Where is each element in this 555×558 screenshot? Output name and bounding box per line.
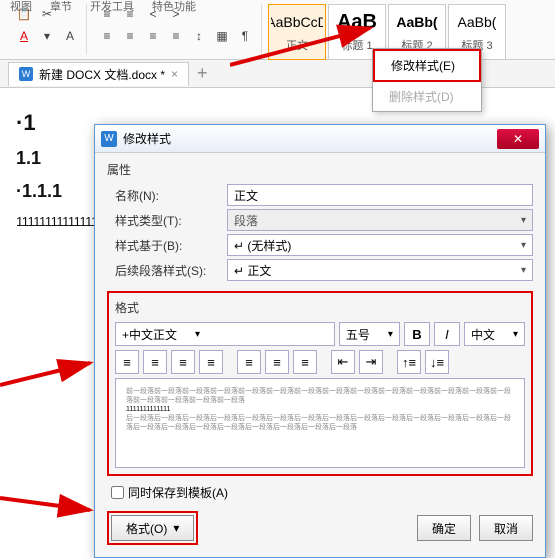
align-center-toggle[interactable]: ≡ xyxy=(143,350,167,374)
align-right-toggle[interactable]: ≡ xyxy=(171,350,195,374)
lang-select[interactable]: 中文▾ xyxy=(464,322,525,346)
bold-button[interactable]: B xyxy=(404,322,430,346)
char-btn[interactable]: A xyxy=(60,26,80,46)
add-tab-button[interactable]: + xyxy=(197,63,208,84)
chevron-down-icon: ▾ xyxy=(521,265,526,276)
menu-delete-style: 删除样式(D) xyxy=(373,82,481,111)
spacing-1-toggle[interactable]: ≡ xyxy=(237,350,261,374)
spacing-2-toggle[interactable]: ≡ xyxy=(265,350,289,374)
preview-box: 前一段落前一段落前一段落前一段落前一段落前一段落前一段落前一段落前一段落前一段落… xyxy=(115,378,525,468)
align-left-toggle[interactable]: ≡ xyxy=(115,350,139,374)
word-icon: W xyxy=(19,67,33,81)
font-family-select[interactable]: +中文正文▾ xyxy=(115,322,335,346)
format-section: 格式 +中文正文▾ 五号▾ B I 中文▾ ≡ ≡ ≡ ≡ ≡ ≡ ≡ ⇤ ⇥ xyxy=(107,291,533,476)
align-left-btn[interactable]: ≡ xyxy=(97,26,117,46)
format-dropdown-button[interactable]: 格式(O)▾ xyxy=(111,515,194,541)
dialog-title-text: 修改样式 xyxy=(123,130,497,147)
before-space-toggle[interactable]: ↑≡ xyxy=(397,350,421,374)
style-context-menu: 修改样式(E) 删除样式(D) xyxy=(372,48,482,112)
chevron-down-icon: ▾ xyxy=(173,521,179,535)
after-space-toggle[interactable]: ↓≡ xyxy=(425,350,449,374)
font-size-select[interactable]: 五号▾ xyxy=(339,322,400,346)
indent-inc-toggle[interactable]: ⇥ xyxy=(359,350,383,374)
document-tab-label: 新建 DOCX 文档.docx * xyxy=(39,66,165,83)
close-tab-icon[interactable]: × xyxy=(171,67,178,81)
style-item-normal[interactable]: AaBbCcD 正文 xyxy=(268,4,326,60)
name-input[interactable] xyxy=(227,184,533,206)
type-label: 样式类型(T): xyxy=(115,212,227,229)
dialog-icon: W xyxy=(101,131,117,147)
align-center-btn[interactable]: ≡ xyxy=(120,26,140,46)
highlight-btn[interactable]: ▾ xyxy=(37,26,57,46)
chevron-down-icon: ▾ xyxy=(521,215,526,226)
spacing-3-toggle[interactable]: ≡ xyxy=(293,350,317,374)
ok-button[interactable]: 确定 xyxy=(417,515,471,541)
save-template-checkbox[interactable] xyxy=(111,486,124,499)
para-btn[interactable]: ¶ xyxy=(235,26,255,46)
ribbon-tabs: 视图章节开发工具特色功能 xyxy=(10,0,214,14)
cancel-button[interactable]: 取消 xyxy=(479,515,533,541)
border-btn[interactable]: ▦ xyxy=(212,26,232,46)
name-label: 名称(N): xyxy=(115,187,227,204)
dialog-titlebar[interactable]: W 修改样式 ✕ xyxy=(95,125,545,153)
menu-modify-style[interactable]: 修改样式(E) xyxy=(373,49,481,82)
line-spacing-btn[interactable]: ↕ xyxy=(189,26,209,46)
follow-select[interactable]: ↵ 正文▾ xyxy=(227,259,533,281)
dialog-close-button[interactable]: ✕ xyxy=(497,129,539,149)
document-tab[interactable]: W 新建 DOCX 文档.docx * × xyxy=(8,62,189,86)
save-template-label: 同时保存到模板(A) xyxy=(128,484,228,501)
modify-style-dialog: W 修改样式 ✕ 属性 名称(N): 样式类型(T): 段落▾ 样式基于(B):… xyxy=(94,124,546,558)
indent-dec-toggle[interactable]: ⇤ xyxy=(331,350,355,374)
follow-label: 后续段落样式(S): xyxy=(115,262,227,279)
italic-button[interactable]: I xyxy=(434,322,460,346)
align-right-btn[interactable]: ≡ xyxy=(143,26,163,46)
align-justify-toggle[interactable]: ≡ xyxy=(199,350,223,374)
based-select[interactable]: ↵ (无样式)▾ xyxy=(227,234,533,256)
properties-label: 属性 xyxy=(107,161,533,178)
format-label: 格式 xyxy=(115,299,525,316)
based-label: 样式基于(B): xyxy=(115,237,227,254)
type-select: 段落▾ xyxy=(227,209,533,231)
chevron-down-icon: ▾ xyxy=(521,240,526,251)
align-justify-btn[interactable]: ≡ xyxy=(166,26,186,46)
font-color-btn[interactable]: A xyxy=(14,26,34,46)
